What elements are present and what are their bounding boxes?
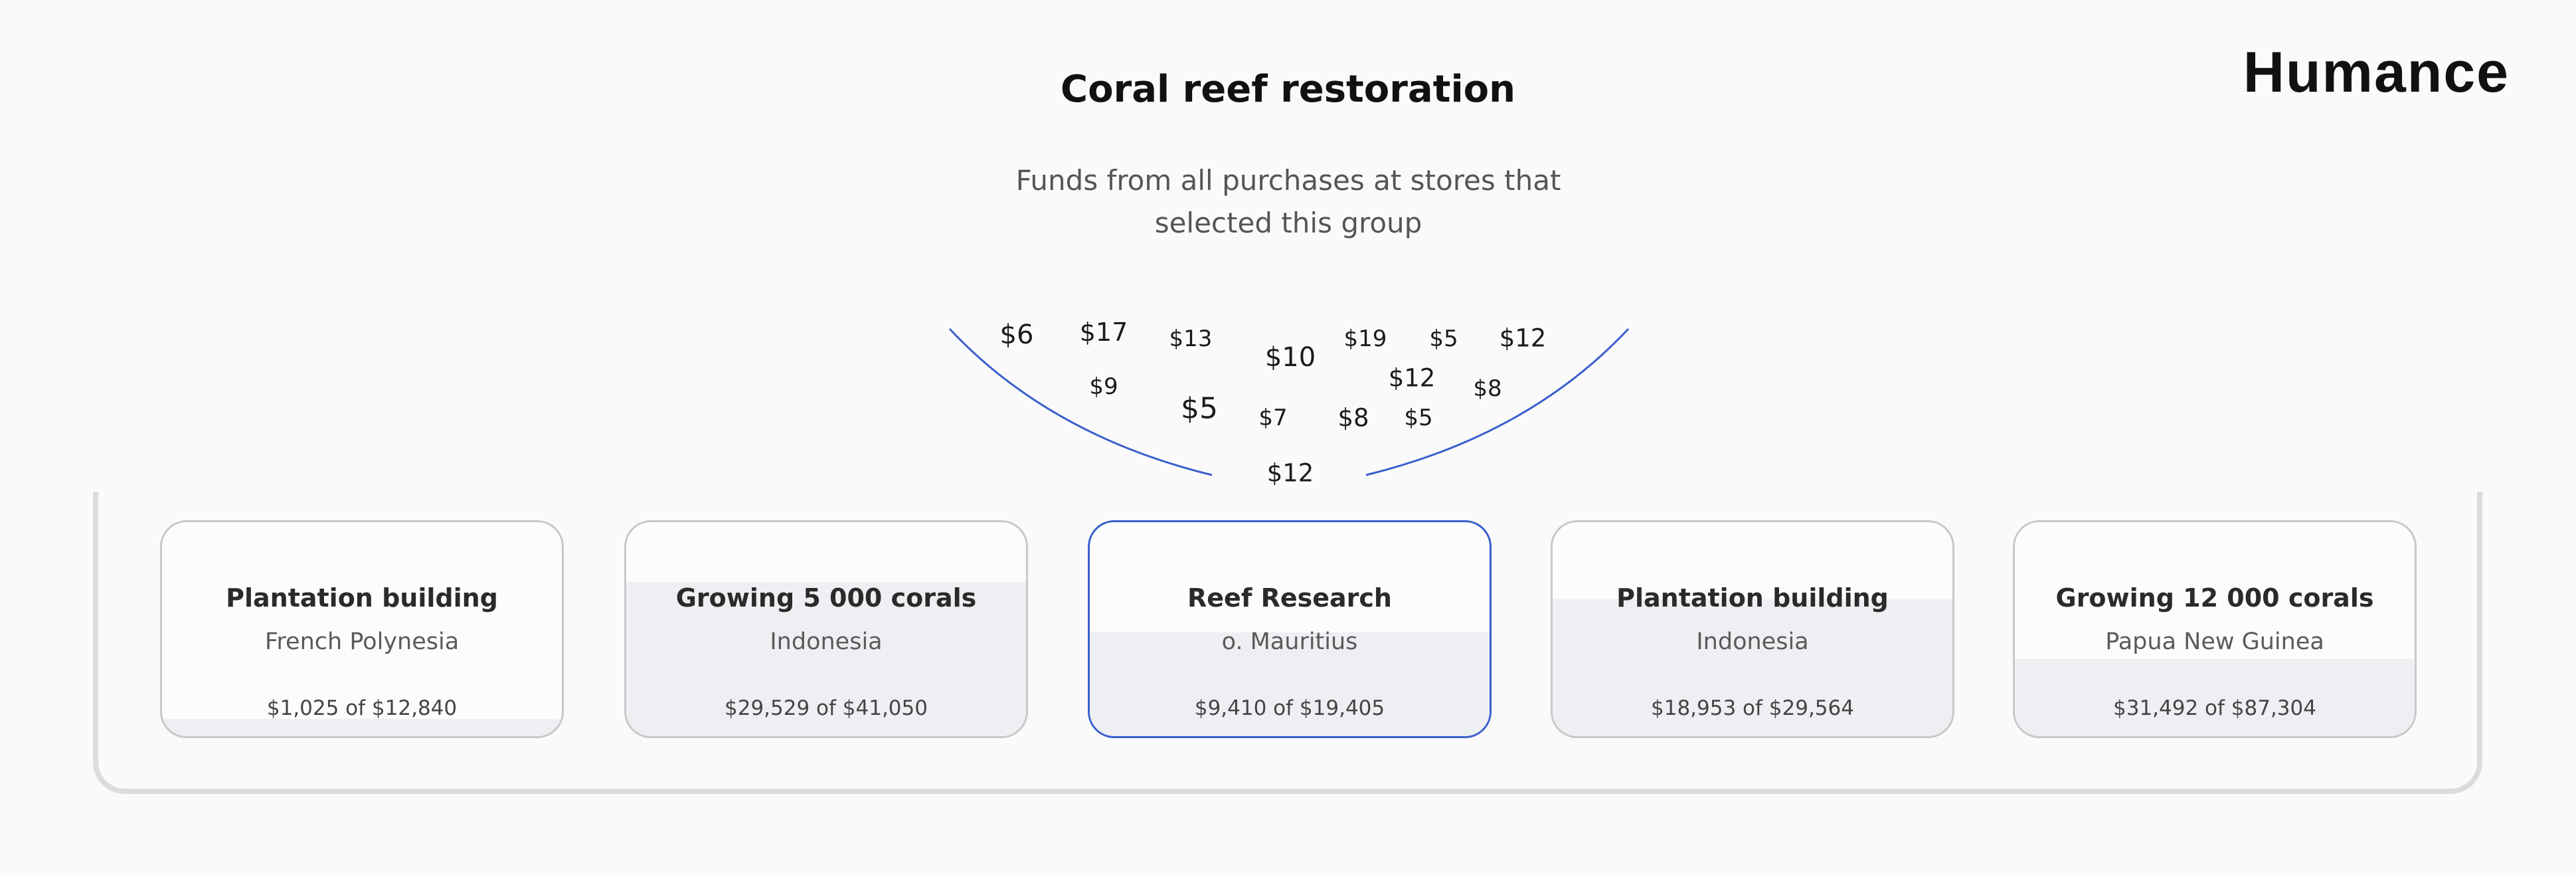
amount-tag: $6 (999, 320, 1034, 350)
project-location: French Polynesia (264, 629, 460, 655)
project-progress-text: $31,492 of $87,304 (2113, 696, 2316, 720)
project-progress-text: $29,529 of $41,050 (725, 696, 928, 720)
amount-tag: $17 (1079, 318, 1128, 347)
project-card[interactable]: Plantation building French Polynesia $1,… (160, 520, 564, 738)
project-title: Growing 12 000 corals (2055, 583, 2374, 613)
amount-tag: $8 (1473, 375, 1502, 402)
amount-tag: $5 (1429, 326, 1458, 352)
amount-tag: $8 (1337, 403, 1369, 433)
project-location: Indonesia (1696, 629, 1809, 655)
project-card[interactable]: Plantation building Indonesia $18,953 of… (1551, 520, 1954, 738)
amount-tag: $13 (1169, 326, 1213, 352)
amount-tag: $19 (1343, 326, 1387, 352)
project-title: Reef Research (1187, 583, 1392, 613)
project-title: Plantation building (1616, 583, 1889, 613)
funnel-right-curve (1365, 328, 1630, 476)
amount-tag: $12 (1499, 324, 1547, 353)
amount-tag: $12 (1388, 363, 1436, 393)
project-title: Plantation building (226, 583, 498, 613)
amount-tag: $10 (1264, 342, 1316, 373)
project-card[interactable]: Reef Research o. Mauritius $9,410 of $19… (1088, 520, 1492, 738)
project-card[interactable]: Growing 12 000 corals Papua New Guinea $… (2013, 520, 2417, 738)
project-title: Growing 5 000 corals (675, 583, 977, 613)
progress-fill (162, 719, 562, 736)
amount-tag: $9 (1089, 373, 1118, 400)
project-progress-text: $1,025 of $12,840 (266, 696, 458, 720)
project-location: Indonesia (770, 629, 883, 655)
project-progress-text: $9,410 of $19,405 (1194, 696, 1385, 720)
amount-tag: $5 (1181, 391, 1218, 426)
project-location: o. Mauritius (1221, 629, 1358, 655)
amount-tag: $5 (1404, 405, 1433, 431)
project-card[interactable]: Growing 5 000 corals Indonesia $29,529 o… (624, 520, 1028, 738)
funnel-graphic (948, 328, 1630, 476)
amount-tag: $12 (1266, 458, 1314, 488)
project-location: Papua New Guinea (2105, 629, 2324, 655)
amount-tag: $7 (1258, 405, 1288, 431)
project-progress-text: $18,953 of $29,564 (1651, 696, 1854, 720)
